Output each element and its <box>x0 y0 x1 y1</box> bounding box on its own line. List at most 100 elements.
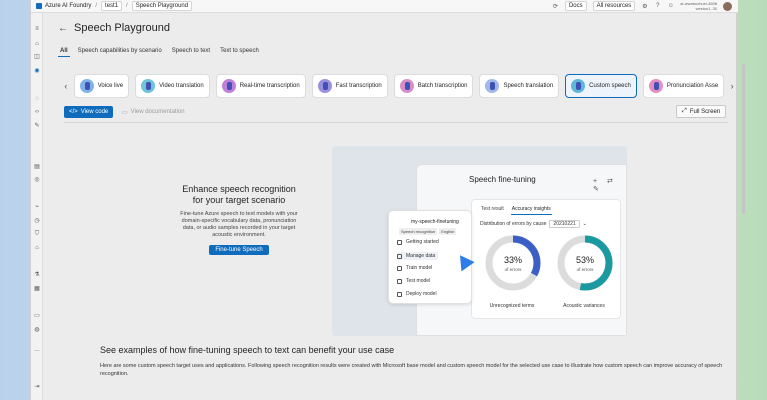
donut2-percent: 53% <box>575 255 594 265</box>
fine-tuning-icon[interactable]: ⚗ <box>33 271 41 279</box>
card-label: Speech translation <box>503 83 554 89</box>
view-code-button[interactable]: </> View code <box>64 106 114 118</box>
step-icon <box>397 239 402 245</box>
full-screen-icon: ⤢ <box>682 108 687 114</box>
help-icon[interactable]: ? <box>654 3 661 10</box>
monitoring-icon[interactable]: ◷ <box>33 217 41 225</box>
arrow-left-icon[interactable]: ← <box>58 23 68 34</box>
top-bar-actions: ⟳ Docs All resources ⚙ ? ☺ ai-wwabuxhuei… <box>552 1 732 11</box>
fine-tune-speech-button[interactable]: Fine-tune Speech <box>209 245 269 255</box>
panel-title: my-speech-finetuning <box>411 219 459 225</box>
card-pronunciation-assessment[interactable]: Pronunciation Asse <box>642 74 725 98</box>
panel-chip: English <box>439 228 457 235</box>
more-icon[interactable]: … <box>33 346 41 354</box>
breadcrumb-separator: / <box>126 3 128 9</box>
examples-title: See examples of how fine-tuning speech t… <box>100 345 395 355</box>
governance-icon[interactable]: ⌂ <box>33 244 41 252</box>
card-video-translation[interactable]: Video translation <box>135 74 210 98</box>
model-catalog-icon[interactable]: ◫ <box>33 53 41 61</box>
files-icon[interactable]: ▭ <box>33 312 41 320</box>
tools-icon[interactable]: ✎ <box>33 122 41 130</box>
code-icon[interactable]: ‹› <box>33 108 41 116</box>
playground-icon[interactable]: ◉ <box>33 67 41 75</box>
card-real-time-transcription[interactable]: Real-time transcription <box>215 74 306 98</box>
card-voice-live[interactable]: Voice live <box>73 74 130 98</box>
step-deploy-model: Deploy model <box>397 291 437 297</box>
step-icon <box>397 265 402 271</box>
guardrails-icon[interactable]: ⛉ <box>33 230 41 238</box>
full-screen-button[interactable]: ⤢ Full Screen <box>676 105 727 118</box>
illustration-toolbar-icons: + ⇄ ✎ <box>593 178 617 193</box>
brand[interactable]: Azure AI Foundry <box>36 3 91 9</box>
avatar[interactable] <box>723 1 732 11</box>
vertical-scrollbar[interactable] <box>742 64 745 214</box>
chevron-down-icon: ⌄ <box>582 221 587 227</box>
tab-scenario[interactable]: Speech capabilities by scenario <box>76 46 164 57</box>
card-label: Batch transcription <box>417 83 468 89</box>
panel-chip: Speech recognition <box>399 228 438 235</box>
donut2-label: Acoustic variances <box>563 303 605 309</box>
step-getting-started: Getting started <box>397 239 439 245</box>
docs-button[interactable]: Docs <box>564 1 587 11</box>
panel-chips: Speech recognition English <box>399 228 457 235</box>
donut1-sub: of errors <box>504 267 522 272</box>
agents-icon[interactable]: ◌ <box>33 95 41 103</box>
breadcrumb-page[interactable]: Speech Playground <box>131 1 193 11</box>
chevron-left-icon[interactable]: ‹ <box>64 81 68 91</box>
collapse-menu-icon[interactable]: ≡ <box>33 25 41 33</box>
donut1-label: Unrecognized terms <box>489 303 535 309</box>
refresh-icon[interactable]: ⟳ <box>552 3 559 10</box>
data-icon[interactable]: ▤ <box>33 163 41 171</box>
tab-text-to-speech[interactable]: Text to speech <box>218 46 261 57</box>
step-icon <box>397 278 402 284</box>
examples-description: Here are some custom speech target uses … <box>100 363 723 377</box>
card-custom-speech[interactable]: Custom speech <box>565 74 637 98</box>
azure-logo-icon <box>36 3 42 9</box>
all-resources-button[interactable]: All resources <box>592 1 636 11</box>
custom-speech-icon <box>571 79 586 93</box>
fine-tuning-illustration: Speech fine-tuning + ⇄ ✎ Test result Acc… <box>332 146 627 336</box>
page-header: ← Speech Playground <box>58 22 170 34</box>
distribution-row: Distribution of errors by cause 20210221… <box>480 220 587 228</box>
distribution-value: 20210221 <box>549 220 580 228</box>
speech-translation-icon <box>485 79 500 93</box>
step-train-model: Train model <box>397 265 432 271</box>
user-info: ai-wwabuxhuei-4698 westus1, 30 <box>680 1 717 11</box>
tracing-icon[interactable]: ⌁ <box>33 203 41 211</box>
step-label: Train model <box>406 265 433 271</box>
fast-transcription-icon <box>317 79 332 93</box>
gear-icon[interactable]: ⚙ <box>641 3 648 10</box>
home-icon[interactable]: ⌂ <box>33 40 41 48</box>
filter-tabs: All Speech capabilities by scenario Spee… <box>58 46 261 57</box>
card-batch-transcription[interactable]: Batch transcription <box>393 74 474 98</box>
donut1-percent: 33% <box>503 255 522 265</box>
step-icon <box>397 253 402 259</box>
page-title: Speech Playground <box>74 22 171 34</box>
tab-all[interactable]: All <box>58 46 70 57</box>
step-label: Test model <box>406 278 431 284</box>
card-label: Video translation <box>159 83 204 89</box>
document-icon: ▭ <box>122 109 128 116</box>
step-label: Deploy model <box>406 291 437 297</box>
chevron-right-icon[interactable]: › <box>730 81 734 91</box>
donut2-sub: of errors <box>576 267 594 272</box>
view-documentation-button[interactable]: ▭ View documentation <box>122 106 185 118</box>
card-label: Real-time transcription <box>239 83 300 89</box>
deployments-icon[interactable]: ▦ <box>33 285 41 293</box>
feedback-icon[interactable]: ☺ <box>667 3 674 10</box>
voice-live-icon <box>79 79 94 93</box>
real-time-transcription-icon <box>221 79 236 93</box>
evaluation-icon[interactable]: ◎ <box>33 176 41 184</box>
card-speech-translation[interactable]: Speech translation <box>479 74 560 98</box>
card-fast-transcription[interactable]: Fast transcription <box>311 74 388 98</box>
sign-out-icon[interactable]: ⇥ <box>33 383 41 391</box>
card-label: Custom speech <box>589 83 631 89</box>
compute-icon[interactable]: ◍ <box>33 326 41 334</box>
step-icon <box>397 291 402 297</box>
results-panel: Test result Accuracy insights Distributi… <box>471 199 621 319</box>
tab-speech-to-text[interactable]: Speech to text <box>170 46 212 57</box>
view-documentation-label: View documentation <box>130 109 185 115</box>
project-selector[interactable]: test1 <box>101 1 123 11</box>
capability-carousel: ‹ Voice live Video translation Real-time… <box>64 72 734 100</box>
full-screen-label: Full Screen <box>689 108 721 115</box>
